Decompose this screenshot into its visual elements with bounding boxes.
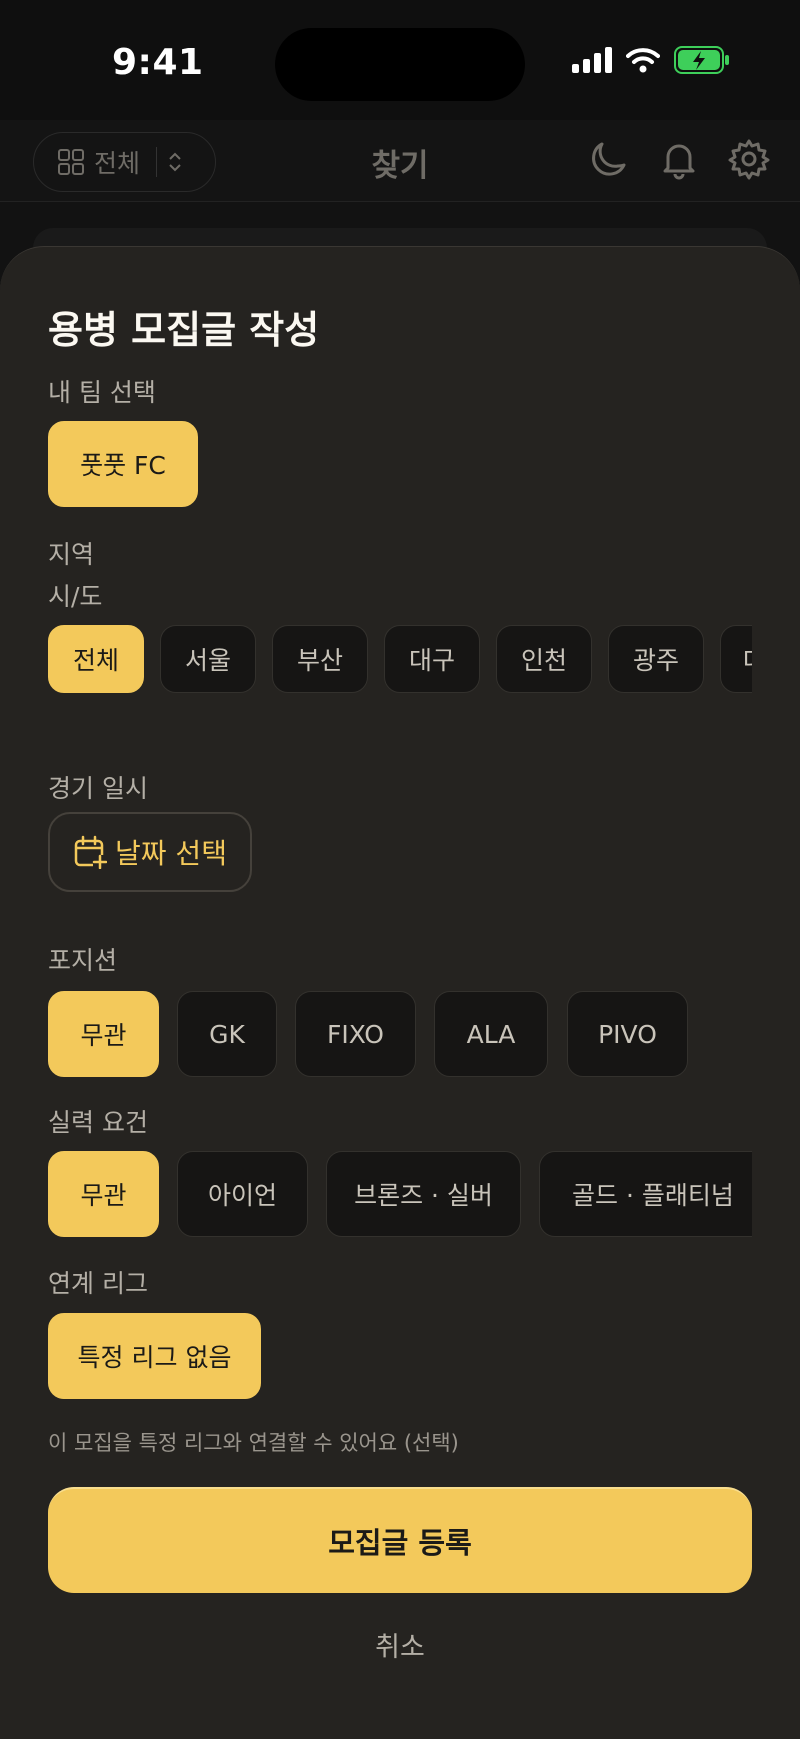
region-chip-busan[interactable]: 부산 xyxy=(272,625,368,693)
region-chip-all[interactable]: 전체 xyxy=(48,625,144,693)
date-section-label: 경기 일시 xyxy=(48,774,148,803)
region-chip-gwangju[interactable]: 광주 xyxy=(608,625,704,693)
submit-post-button[interactable]: 모집글 등록 xyxy=(48,1487,752,1593)
region-chip-daegu[interactable]: 대구 xyxy=(384,625,480,693)
recruit-post-sheet: 용병 모집글 작성 내 팀 선택 풋풋 FC 지역 시/도 전체 서울 부산 대… xyxy=(0,246,800,1739)
league-section-label: 연계 리그 xyxy=(48,1269,148,1298)
skill-options: 무관 아이언 브론즈 · 실버 골드 · 플래티넘 xyxy=(48,1151,752,1241)
league-chip-none[interactable]: 특정 리그 없음 xyxy=(48,1313,261,1399)
region-chip-seoul[interactable]: 서울 xyxy=(160,625,256,693)
team-chip-pootpoot-fc[interactable]: 풋풋 FC xyxy=(48,421,198,507)
region-sublabel: 시/도 xyxy=(48,582,103,611)
bell-icon[interactable] xyxy=(658,138,700,180)
signal-icon xyxy=(572,47,612,73)
date-select-button[interactable]: 날짜 선택 xyxy=(48,812,252,892)
position-section-label: 포지션 xyxy=(48,946,118,975)
position-chip-ala[interactable]: ALA xyxy=(434,991,548,1077)
header-actions xyxy=(588,138,770,180)
status-icons xyxy=(572,46,730,74)
cancel-button[interactable]: 취소 xyxy=(0,1625,800,1664)
skill-chip-iron[interactable]: 아이언 xyxy=(177,1151,308,1237)
skill-chip-any[interactable]: 무관 xyxy=(48,1151,159,1237)
calendar-plus-icon xyxy=(74,835,108,869)
region-chip-daejeon[interactable]: 대 xyxy=(720,625,752,693)
position-chip-any[interactable]: 무관 xyxy=(48,991,159,1077)
gear-icon[interactable] xyxy=(728,138,770,180)
moon-icon[interactable] xyxy=(588,138,630,180)
region-options: 전체 서울 부산 대구 인천 광주 대 xyxy=(48,625,752,697)
wifi-icon xyxy=(626,48,660,73)
region-section-label: 지역 xyxy=(48,540,95,569)
battery-icon xyxy=(674,46,729,74)
league-helper-text: 이 모집을 특정 리그와 연결할 수 있어요 (선택) xyxy=(48,1431,459,1455)
skill-chip-gold-platinum[interactable]: 골드 · 플래티넘 xyxy=(539,1151,752,1237)
skill-section-label: 실력 요건 xyxy=(48,1108,148,1137)
position-chip-fixo[interactable]: FIXO xyxy=(295,991,416,1077)
app-header: 전체 찾기 xyxy=(0,120,800,202)
date-select-label: 날짜 선택 xyxy=(115,837,227,870)
status-time: 9:41 xyxy=(112,42,204,83)
status-bar: 9:41 xyxy=(0,0,800,120)
position-chip-gk[interactable]: GK xyxy=(177,991,277,1077)
skill-chip-bronze-silver[interactable]: 브론즈 · 실버 xyxy=(326,1151,521,1237)
sheet-title: 용병 모집글 작성 xyxy=(48,308,320,352)
position-chip-pivo[interactable]: PIVO xyxy=(567,991,688,1077)
region-chip-incheon[interactable]: 인천 xyxy=(496,625,592,693)
dynamic-island xyxy=(275,28,525,101)
team-section-label: 내 팀 선택 xyxy=(48,378,156,407)
